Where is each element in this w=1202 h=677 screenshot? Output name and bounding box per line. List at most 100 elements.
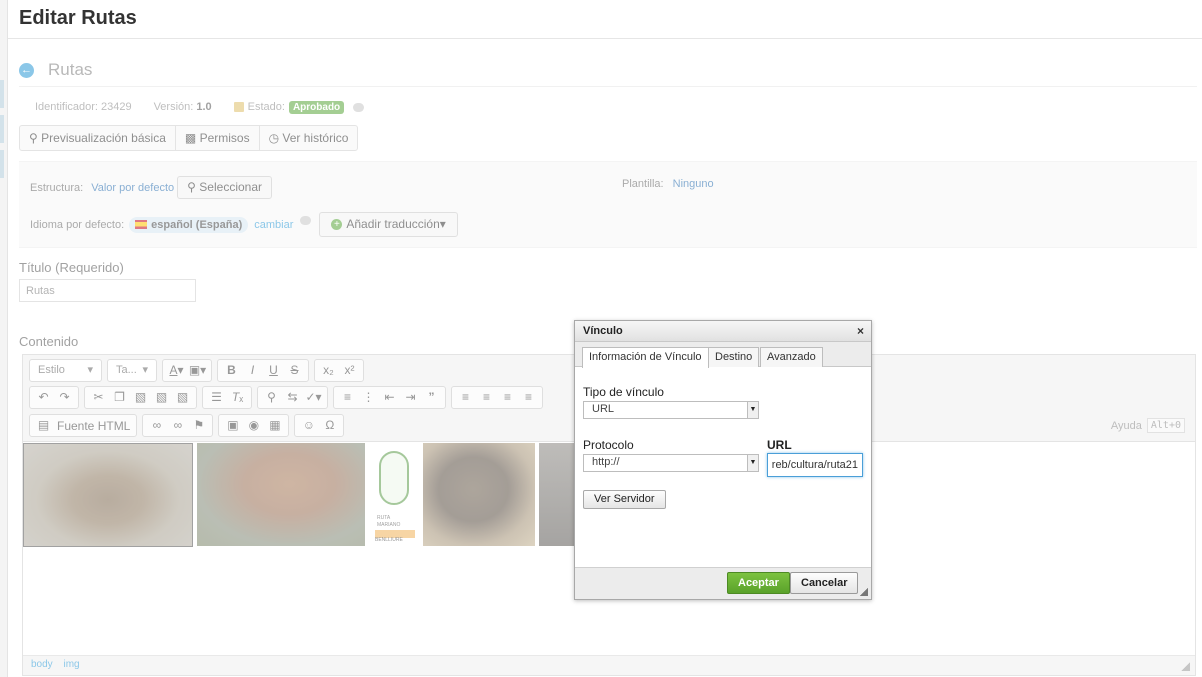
- dialog-titlebar[interactable]: Vínculo ×: [575, 321, 871, 342]
- sidebar-marker: [0, 115, 4, 143]
- cancel-button[interactable]: Cancelar: [790, 572, 859, 594]
- protocol-select[interactable]: http:// ▼: [583, 454, 759, 472]
- plantilla-value[interactable]: Ninguno: [673, 178, 714, 190]
- structure-row: Estructura: Valor por defecto ⚲ Seleccio…: [30, 176, 272, 199]
- logo-stripe: BENLLIURE: [375, 530, 415, 543]
- paste-text-icon[interactable]: ▧: [151, 388, 172, 407]
- find-icon[interactable]: ⚲: [261, 388, 282, 407]
- paste-format-icon[interactable]: ☰: [206, 388, 227, 407]
- change-language-link[interactable]: cambiar: [254, 219, 293, 231]
- ruta-logo-image[interactable]: RUTA MARIANO BENLLIURE: [369, 443, 419, 546]
- estructura-value[interactable]: Valor por defecto: [91, 182, 174, 194]
- style-dropdown-label: Estilo: [38, 364, 65, 376]
- street-photo-image[interactable]: [539, 443, 577, 546]
- help-bubble-icon[interactable]: [300, 216, 312, 225]
- align-center-icon[interactable]: ≡: [476, 388, 497, 407]
- replace-icon[interactable]: ⇆: [282, 388, 303, 407]
- table-icon[interactable]: ▦: [264, 416, 285, 435]
- underline-icon[interactable]: U: [263, 361, 284, 380]
- resize-grip-icon[interactable]: [1181, 662, 1190, 671]
- page-title: Editar Rutas: [19, 7, 137, 29]
- title-label: Título (Requerido): [19, 260, 124, 275]
- align-right-icon[interactable]: ≡: [497, 388, 518, 407]
- clipboard-group: ✂ ❐ ▧ ▧ ▧: [84, 386, 197, 409]
- language-pill: español (España): [129, 216, 249, 233]
- redo-icon[interactable]: ↷: [54, 388, 75, 407]
- cut-icon[interactable]: ✂: [88, 388, 109, 407]
- subscript-icon[interactable]: x₂: [318, 361, 339, 380]
- anchor-flag-icon[interactable]: ⚑: [188, 416, 209, 435]
- paste-word-icon[interactable]: ▧: [172, 388, 193, 407]
- arrow-left-circle-icon[interactable]: ←: [19, 62, 34, 78]
- list-group: ≡ ⋮ ⇤ ⇥ ”: [333, 386, 446, 409]
- help-bubble-icon[interactable]: [353, 102, 365, 112]
- bust-sculpture-image[interactable]: [423, 443, 535, 546]
- structure-panel: Estructura: Valor por defecto ⚲ Seleccio…: [19, 161, 1197, 248]
- tab-target[interactable]: Destino: [708, 347, 760, 367]
- toolbar-row-3: ▤ Fuente HTML ∞ ∞ ⚑ ▣ ◉ ▦ ☺ Ω: [29, 414, 349, 437]
- template-info: Plantilla: Ninguno: [622, 178, 714, 190]
- source-html-button[interactable]: Fuente HTML: [54, 419, 133, 433]
- sidebar-marker: [0, 80, 4, 108]
- clean-group: ☰ Tₓ: [202, 386, 252, 409]
- preview-button[interactable]: ⚲ Previsualización básica: [20, 126, 176, 150]
- path-img[interactable]: img: [63, 659, 79, 670]
- logo-caption: RUTA MARIANO: [377, 515, 400, 529]
- bulleted-list-icon[interactable]: ⋮: [358, 388, 379, 407]
- special-group: ☺ Ω: [294, 414, 345, 437]
- link-type-select[interactable]: URL ▼: [583, 401, 759, 419]
- background-color-icon[interactable]: ▣▾: [187, 361, 208, 380]
- unlink-icon[interactable]: ∞: [167, 416, 188, 435]
- browse-server-button[interactable]: Ver Servidor: [583, 490, 666, 509]
- special-char-icon[interactable]: Ω: [319, 416, 340, 435]
- tab-advanced[interactable]: Avanzado: [760, 347, 823, 367]
- resize-grip-icon[interactable]: [860, 588, 868, 596]
- add-translation-button[interactable]: + Añadir traducción ▾: [319, 212, 458, 237]
- help-label: Ayuda: [1110, 419, 1142, 432]
- ok-button[interactable]: Aceptar: [727, 572, 790, 594]
- undo-icon[interactable]: ↶: [33, 388, 54, 407]
- format-group: B I U S: [217, 359, 309, 382]
- select-structure-button[interactable]: ⚲ Seleccionar: [177, 176, 272, 199]
- path-body[interactable]: body: [31, 659, 53, 670]
- carved-rock-image[interactable]: [197, 443, 365, 546]
- align-left-icon[interactable]: ≡: [455, 388, 476, 407]
- numbered-list-icon[interactable]: ≡: [337, 388, 358, 407]
- align-justify-icon[interactable]: ≡: [518, 388, 539, 407]
- back-row: ← Rutas: [19, 58, 92, 82]
- style-dropdown[interactable]: Estilo ▾: [29, 359, 102, 382]
- tab-link-info[interactable]: Información de Vínculo: [582, 347, 709, 368]
- permissions-button[interactable]: ▩ Permisos: [176, 126, 260, 150]
- copy-icon[interactable]: ❐: [109, 388, 130, 407]
- paste-icon[interactable]: ▧: [130, 388, 151, 407]
- size-dropdown[interactable]: Ta... ▾: [107, 359, 157, 382]
- article-name: Rutas: [48, 60, 93, 79]
- bold-icon[interactable]: B: [221, 361, 242, 380]
- dialog-title: Vínculo: [583, 325, 623, 337]
- link-icon[interactable]: ∞: [146, 416, 167, 435]
- title-input[interactable]: Rutas: [19, 279, 196, 302]
- editor-help[interactable]: Ayuda Alt+0: [1111, 418, 1185, 433]
- close-icon[interactable]: ×: [857, 324, 864, 338]
- image-icon[interactable]: ▣: [222, 416, 243, 435]
- text-color-icon[interactable]: A▾: [166, 361, 187, 380]
- select-label: Seleccionar: [199, 180, 262, 194]
- toolbar-row-1: Estilo ▾ Ta... ▾ A▾ ▣▾ B I U S x₂ x²: [29, 359, 369, 382]
- spellcheck-icon[interactable]: ✓▾: [303, 388, 324, 407]
- history-button[interactable]: ◷ Ver histórico: [260, 126, 358, 150]
- superscript-icon[interactable]: x²: [339, 361, 360, 380]
- smiley-icon[interactable]: ☺: [298, 416, 319, 435]
- indent-icon[interactable]: ⇥: [400, 388, 421, 407]
- flash-icon[interactable]: ◉: [243, 416, 264, 435]
- strikethrough-icon[interactable]: S: [284, 361, 305, 380]
- id-label: Identificador:: [35, 101, 98, 113]
- link-type-value: URL: [592, 403, 615, 415]
- outdent-icon[interactable]: ⇤: [379, 388, 400, 407]
- image-selection-handles[interactable]: [23, 443, 193, 547]
- url-input[interactable]: reb/cultura/ruta21: [767, 453, 863, 477]
- logo-caption-line: MARIANO: [377, 522, 401, 528]
- remove-format-icon[interactable]: Tₓ: [227, 388, 248, 407]
- italic-icon[interactable]: I: [242, 361, 263, 380]
- logo-caption-line: RUTA: [377, 515, 391, 521]
- blockquote-icon[interactable]: ”: [421, 388, 442, 407]
